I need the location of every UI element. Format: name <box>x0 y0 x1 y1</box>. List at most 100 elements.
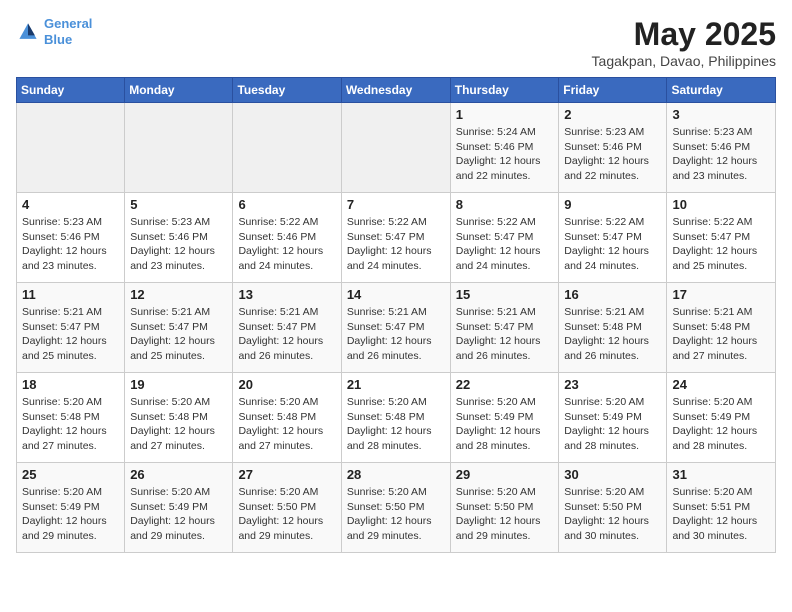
day-number: 22 <box>456 377 554 392</box>
calendar-cell: 30 Sunrise: 5:20 AMSunset: 5:50 PMDayligh… <box>559 463 667 553</box>
day-info: Sunrise: 5:22 AMSunset: 5:47 PMDaylight:… <box>564 215 661 274</box>
calendar-cell <box>125 103 233 193</box>
day-info: Sunrise: 5:21 AMSunset: 5:48 PMDaylight:… <box>672 305 770 364</box>
weekday-header: Thursday <box>450 78 559 103</box>
calendar-cell: 14 Sunrise: 5:21 AMSunset: 5:47 PMDayligh… <box>341 283 450 373</box>
day-number: 2 <box>564 107 661 122</box>
day-number: 21 <box>347 377 445 392</box>
weekday-header: Sunday <box>17 78 125 103</box>
day-number: 14 <box>347 287 445 302</box>
day-number: 26 <box>130 467 227 482</box>
calendar-cell: 29 Sunrise: 5:20 AMSunset: 5:50 PMDayligh… <box>450 463 559 553</box>
day-number: 3 <box>672 107 770 122</box>
day-info: Sunrise: 5:23 AMSunset: 5:46 PMDaylight:… <box>672 125 770 184</box>
day-number: 24 <box>672 377 770 392</box>
day-info: Sunrise: 5:20 AMSunset: 5:49 PMDaylight:… <box>564 395 661 454</box>
day-number: 20 <box>238 377 335 392</box>
day-number: 6 <box>238 197 335 212</box>
day-number: 7 <box>347 197 445 212</box>
day-number: 31 <box>672 467 770 482</box>
weekday-header: Wednesday <box>341 78 450 103</box>
calendar-cell: 1 Sunrise: 5:24 AMSunset: 5:46 PMDaylight… <box>450 103 559 193</box>
calendar-cell: 10Sunrise: 5:22 AMSunset: 5:47 PMDayligh… <box>667 193 776 283</box>
calendar-cell: 27Sunrise: 5:20 AMSunset: 5:50 PMDayligh… <box>233 463 341 553</box>
day-number: 9 <box>564 197 661 212</box>
weekday-header: Monday <box>125 78 233 103</box>
calendar-cell <box>341 103 450 193</box>
day-info: Sunrise: 5:21 AMSunset: 5:47 PMDaylight:… <box>130 305 227 364</box>
calendar-week-row: 1 Sunrise: 5:24 AMSunset: 5:46 PMDaylight… <box>17 103 776 193</box>
logo: General Blue <box>16 16 92 47</box>
day-number: 25 <box>22 467 119 482</box>
day-info: Sunrise: 5:20 AMSunset: 5:48 PMDaylight:… <box>130 395 227 454</box>
day-info: Sunrise: 5:24 AMSunset: 5:46 PMDaylight:… <box>456 125 554 184</box>
calendar-week-row: 25 Sunrise: 5:20 AMSunset: 5:49 PMDayligh… <box>17 463 776 553</box>
calendar-subtitle: Tagakpan, Davao, Philippines <box>592 53 776 69</box>
day-info: Sunrise: 5:20 AMSunset: 5:50 PMDaylight:… <box>564 485 661 544</box>
day-info: Sunrise: 5:20 AMSunset: 5:48 PMDaylight:… <box>347 395 445 454</box>
day-info: Sunrise: 5:21 AMSunset: 5:47 PMDaylight:… <box>347 305 445 364</box>
logo-icon <box>16 20 40 44</box>
calendar-cell: 15Sunrise: 5:21 AMSunset: 5:47 PMDayligh… <box>450 283 559 373</box>
calendar-cell: 8Sunrise: 5:22 AMSunset: 5:47 PMDaylight… <box>450 193 559 283</box>
day-info: Sunrise: 5:20 AMSunset: 5:49 PMDaylight:… <box>130 485 227 544</box>
calendar-cell: 22 Sunrise: 5:20 AMSunset: 5:49 PMDayligh… <box>450 373 559 463</box>
day-number: 19 <box>130 377 227 392</box>
day-number: 10 <box>672 197 770 212</box>
day-info: Sunrise: 5:20 AMSunset: 5:48 PMDaylight:… <box>22 395 119 454</box>
calendar-cell: 6 Sunrise: 5:22 AMSunset: 5:46 PMDaylight… <box>233 193 341 283</box>
day-info: Sunrise: 5:22 AMSunset: 5:47 PMDaylight:… <box>347 215 445 274</box>
day-info: Sunrise: 5:20 AMSunset: 5:50 PMDaylight:… <box>238 485 335 544</box>
day-number: 5 <box>130 197 227 212</box>
calendar-cell: 9 Sunrise: 5:22 AMSunset: 5:47 PMDaylight… <box>559 193 667 283</box>
day-number: 12 <box>130 287 227 302</box>
day-info: Sunrise: 5:20 AMSunset: 5:50 PMDaylight:… <box>456 485 554 544</box>
day-info: Sunrise: 5:20 AMSunset: 5:49 PMDaylight:… <box>456 395 554 454</box>
calendar-cell: 18 Sunrise: 5:20 AMSunset: 5:48 PMDayligh… <box>17 373 125 463</box>
logo-text: General Blue <box>44 16 92 47</box>
weekday-header-row: SundayMondayTuesdayWednesdayThursdayFrid… <box>17 78 776 103</box>
calendar-cell: 19 Sunrise: 5:20 AMSunset: 5:48 PMDayligh… <box>125 373 233 463</box>
day-number: 28 <box>347 467 445 482</box>
calendar-cell: 31 Sunrise: 5:20 AMSunset: 5:51 PMDayligh… <box>667 463 776 553</box>
calendar-cell: 23 Sunrise: 5:20 AMSunset: 5:49 PMDayligh… <box>559 373 667 463</box>
calendar-cell <box>17 103 125 193</box>
day-info: Sunrise: 5:22 AMSunset: 5:46 PMDaylight:… <box>238 215 335 274</box>
calendar-cell: 11Sunrise: 5:21 AMSunset: 5:47 PMDayligh… <box>17 283 125 373</box>
weekday-header: Friday <box>559 78 667 103</box>
calendar-cell: 20Sunrise: 5:20 AMSunset: 5:48 PMDayligh… <box>233 373 341 463</box>
calendar-week-row: 4Sunrise: 5:23 AMSunset: 5:46 PMDaylight… <box>17 193 776 283</box>
weekday-header: Saturday <box>667 78 776 103</box>
day-number: 30 <box>564 467 661 482</box>
day-info: Sunrise: 5:21 AMSunset: 5:48 PMDaylight:… <box>564 305 661 364</box>
calendar-week-row: 11Sunrise: 5:21 AMSunset: 5:47 PMDayligh… <box>17 283 776 373</box>
calendar-cell: 3 Sunrise: 5:23 AMSunset: 5:46 PMDaylight… <box>667 103 776 193</box>
page-header: General Blue May 2025 Tagakpan, Davao, P… <box>16 16 776 69</box>
day-info: Sunrise: 5:20 AMSunset: 5:51 PMDaylight:… <box>672 485 770 544</box>
day-number: 8 <box>456 197 554 212</box>
day-info: Sunrise: 5:23 AMSunset: 5:46 PMDaylight:… <box>130 215 227 274</box>
calendar-cell: 12 Sunrise: 5:21 AMSunset: 5:47 PMDayligh… <box>125 283 233 373</box>
day-number: 1 <box>456 107 554 122</box>
day-number: 13 <box>238 287 335 302</box>
calendar-body: 1 Sunrise: 5:24 AMSunset: 5:46 PMDaylight… <box>17 103 776 553</box>
day-number: 16 <box>564 287 661 302</box>
day-info: Sunrise: 5:23 AMSunset: 5:46 PMDaylight:… <box>22 215 119 274</box>
calendar-cell: 7 Sunrise: 5:22 AMSunset: 5:47 PMDaylight… <box>341 193 450 283</box>
calendar-cell: 2Sunrise: 5:23 AMSunset: 5:46 PMDaylight… <box>559 103 667 193</box>
calendar-table: SundayMondayTuesdayWednesdayThursdayFrid… <box>16 77 776 553</box>
day-number: 17 <box>672 287 770 302</box>
calendar-cell: 21 Sunrise: 5:20 AMSunset: 5:48 PMDayligh… <box>341 373 450 463</box>
title-block: May 2025 Tagakpan, Davao, Philippines <box>592 16 776 69</box>
calendar-cell: 28 Sunrise: 5:20 AMSunset: 5:50 PMDayligh… <box>341 463 450 553</box>
calendar-cell: 16 Sunrise: 5:21 AMSunset: 5:48 PMDayligh… <box>559 283 667 373</box>
calendar-cell <box>233 103 341 193</box>
day-info: Sunrise: 5:20 AMSunset: 5:49 PMDaylight:… <box>22 485 119 544</box>
calendar-cell: 26 Sunrise: 5:20 AMSunset: 5:49 PMDayligh… <box>125 463 233 553</box>
calendar-cell: 4Sunrise: 5:23 AMSunset: 5:46 PMDaylight… <box>17 193 125 283</box>
day-number: 23 <box>564 377 661 392</box>
calendar-week-row: 18 Sunrise: 5:20 AMSunset: 5:48 PMDayligh… <box>17 373 776 463</box>
day-number: 29 <box>456 467 554 482</box>
day-info: Sunrise: 5:20 AMSunset: 5:50 PMDaylight:… <box>347 485 445 544</box>
day-number: 18 <box>22 377 119 392</box>
